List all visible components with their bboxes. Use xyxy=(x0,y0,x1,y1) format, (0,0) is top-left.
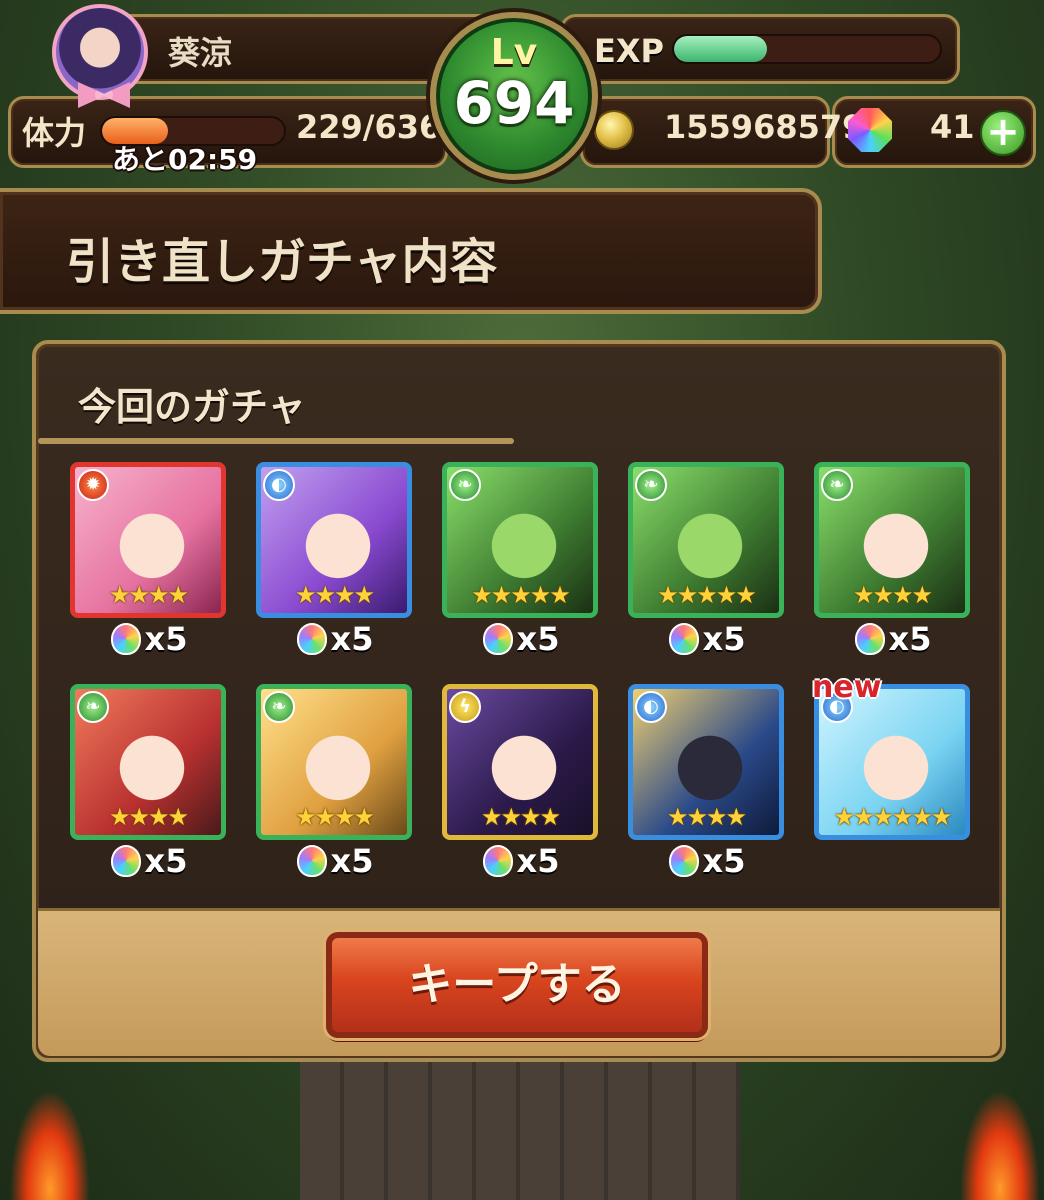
light-element-icon: ϟ xyxy=(449,691,481,723)
wood-element-icon: ❧ xyxy=(77,691,109,723)
new-badge: new xyxy=(812,670,882,705)
orb-count: x5 xyxy=(144,842,188,880)
orb-count: x5 xyxy=(702,842,746,880)
subtitle-divider xyxy=(38,438,514,444)
orb-icon xyxy=(668,623,699,655)
character-card[interactable]: ◐ ★★★★★★ xyxy=(814,684,972,840)
orb-icon xyxy=(482,845,513,877)
orb-count: x5 xyxy=(888,620,932,658)
rarity-stars: ★★★★ xyxy=(480,803,561,831)
rarity-stars: ★★★★★ xyxy=(471,581,571,609)
character-face xyxy=(299,503,377,581)
orb-icon xyxy=(296,623,327,655)
player-name: 葵涼 xyxy=(168,34,233,72)
count-row: x5 xyxy=(628,620,786,660)
gem-count: 41 xyxy=(930,108,975,146)
orb-icon xyxy=(482,623,513,655)
character-portrait: ❧ ★★★★ xyxy=(256,684,412,840)
rarity-stars: ★★★★ xyxy=(294,803,375,831)
orb-icon xyxy=(854,623,885,655)
exp-progress-bar xyxy=(672,34,942,64)
character-card[interactable]: ❧ ★★★★★ x5 xyxy=(628,462,786,660)
character-card[interactable]: ✹ ★★★★ x5 xyxy=(70,462,228,660)
character-card[interactable]: ❧ ★★★★★ x5 xyxy=(442,462,600,660)
count-row: x5 xyxy=(442,620,600,660)
stamina-label: 体力 xyxy=(22,114,87,152)
rarity-stars: ★★★★ xyxy=(294,581,375,609)
orb-count: x5 xyxy=(516,842,560,880)
wood-element-icon: ❧ xyxy=(263,691,295,723)
coin-icon xyxy=(594,110,634,150)
player-avatar[interactable] xyxy=(52,4,148,100)
wood-element-icon: ❧ xyxy=(821,469,853,501)
orb-icon xyxy=(668,845,699,877)
character-face xyxy=(113,725,191,803)
count-row: x5 xyxy=(256,842,414,882)
character-face xyxy=(485,503,563,581)
keep-button[interactable]: キープする xyxy=(326,932,708,1038)
rarity-stars: ★★★★ xyxy=(852,581,933,609)
character-card[interactable]: ❧ ★★★★ x5 xyxy=(814,462,972,660)
character-portrait: ◐ ★★★★ xyxy=(256,462,412,618)
character-face xyxy=(857,725,935,803)
background-flame xyxy=(10,1090,90,1200)
character-face xyxy=(857,503,935,581)
character-card[interactable]: ❧ ★★★★ x5 xyxy=(256,684,414,882)
character-portrait: ❧ ★★★★★ xyxy=(628,462,784,618)
character-face xyxy=(671,725,749,803)
stamina-value: 229/636 xyxy=(296,108,442,146)
character-portrait: ◐ ★★★★★★ xyxy=(814,684,970,840)
water-element-icon: ◐ xyxy=(263,469,295,501)
character-portrait: ❧ ★★★★ xyxy=(70,684,226,840)
character-card[interactable]: ❧ ★★★★ x5 xyxy=(70,684,228,882)
orb-count: x5 xyxy=(330,620,374,658)
character-portrait: ❧ ★★★★★ xyxy=(442,462,598,618)
character-portrait: ❧ ★★★★ xyxy=(814,462,970,618)
page-title: 引き直しガチャ内容 xyxy=(66,234,498,290)
water-element-icon: ◐ xyxy=(635,691,667,723)
orb-count: x5 xyxy=(144,620,188,658)
rarity-stars: ★★★★ xyxy=(108,803,189,831)
orb-count: x5 xyxy=(330,842,374,880)
add-gems-button[interactable]: + xyxy=(980,110,1026,156)
character-portrait: ϟ ★★★★ xyxy=(442,684,598,840)
exp-label: EXP xyxy=(594,32,664,70)
rarity-stars: ★★★★ xyxy=(108,581,189,609)
count-row: x5 xyxy=(814,620,972,660)
background-tower xyxy=(300,1040,740,1200)
stamina-recovery-timer: あと02:59 xyxy=(112,143,258,176)
orb-icon xyxy=(296,845,327,877)
character-face xyxy=(113,503,191,581)
rarity-stars: ★★★★★★ xyxy=(833,803,952,831)
character-face xyxy=(671,503,749,581)
orb-icon xyxy=(110,623,141,655)
fire-element-icon: ✹ xyxy=(77,469,109,501)
count-row: x5 xyxy=(256,620,414,660)
character-face xyxy=(299,725,377,803)
count-row: x5 xyxy=(442,842,600,882)
character-portrait: ◐ ★★★★ xyxy=(628,684,784,840)
panel-subtitle: 今回のガチャ xyxy=(78,385,306,429)
rarity-stars: ★★★★ xyxy=(666,803,747,831)
level-value: 694 xyxy=(453,69,575,137)
wood-element-icon: ❧ xyxy=(635,469,667,501)
orb-count: x5 xyxy=(702,620,746,658)
orb-count: x5 xyxy=(516,620,560,658)
background-flame xyxy=(960,1090,1040,1200)
level-label: Lv xyxy=(490,32,538,73)
character-face xyxy=(485,725,563,803)
rarity-stars: ★★★★★ xyxy=(657,581,757,609)
count-row: x5 xyxy=(628,842,786,882)
character-card[interactable]: ◐ ★★★★ x5 xyxy=(628,684,786,882)
exp-progress-fill xyxy=(674,36,768,62)
wood-element-icon: ❧ xyxy=(449,469,481,501)
character-portrait: ✹ ★★★★ xyxy=(70,462,226,618)
level-badge: Lv 694 xyxy=(430,12,598,180)
orb-icon xyxy=(110,845,141,877)
count-row: x5 xyxy=(70,620,228,660)
character-card[interactable]: ◐ ★★★★ x5 xyxy=(256,462,414,660)
coin-count: 155968579 xyxy=(664,108,865,146)
count-row: x5 xyxy=(70,842,228,882)
character-card[interactable]: ϟ ★★★★ x5 xyxy=(442,684,600,882)
